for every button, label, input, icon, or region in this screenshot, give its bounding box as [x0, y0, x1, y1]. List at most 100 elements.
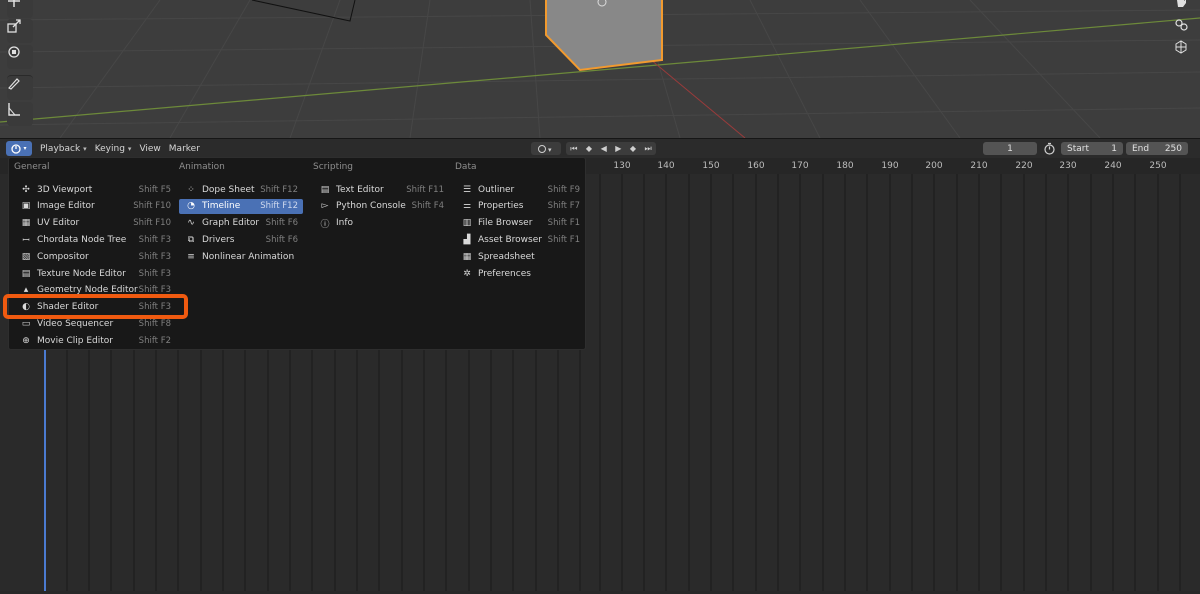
- texture-node-editor-icon: ▤: [21, 268, 31, 279]
- menu-item-image-editor[interactable]: ▣ Image Editor Shift F10: [14, 199, 176, 214]
- annotate-tool-icon[interactable]: [7, 75, 33, 100]
- menu-label: Marker: [168, 143, 200, 154]
- jump-end-icon[interactable]: ⏭: [644, 144, 651, 154]
- video-sequencer-icon: ▭: [21, 318, 31, 329]
- 3d-viewport-icon: ✣: [22, 184, 30, 195]
- menu-item-shortcut: Shift F5: [138, 184, 171, 195]
- camera-view-icon[interactable]: [1174, 18, 1196, 40]
- auto-keying-toggle[interactable]: ▾: [531, 142, 561, 155]
- menu-item-shortcut: Shift F1: [547, 218, 580, 229]
- menu-item-chordata-node-tree[interactable]: ꟷ Chordata Node Tree Shift F3: [14, 232, 176, 247]
- menu-item-texture-node-editor[interactable]: ▤ Texture Node Editor Shift F3: [14, 266, 176, 281]
- menu-item-shortcut: Shift F2: [138, 335, 171, 346]
- current-frame-field[interactable]: 1: [983, 142, 1037, 155]
- graph-editor-icon: ∿: [187, 218, 195, 229]
- menu-item-movie-clip-editor[interactable]: ⊕ Movie Clip Editor Shift F2: [14, 333, 176, 348]
- frame-tick-label: 150: [702, 161, 720, 171]
- menu-item-shortcut: Shift F6: [265, 218, 298, 229]
- menu-item-label: Movie Clip Editor: [37, 335, 113, 346]
- editor-type-menu: General ✣ 3D Viewport Shift F5 ▣ Image Editor…: [8, 157, 586, 350]
- menu-item-label: Info: [336, 218, 354, 229]
- menu-item-spreadsheet[interactable]: ▦ Spreadsheet: [455, 249, 585, 264]
- start-label: Start: [1067, 143, 1089, 154]
- menu-item-shortcut: Shift F4: [411, 201, 444, 212]
- menu-item-compositor[interactable]: ▧ Compositor Shift F3: [14, 249, 176, 264]
- frame-tick-label: 180: [836, 161, 854, 171]
- transform-tool-icon[interactable]: [7, 45, 33, 69]
- menu-item-shortcut: Shift F1: [547, 234, 580, 245]
- scale-tool-icon[interactable]: [7, 19, 33, 43]
- menu-item-uv-editor[interactable]: ▦ UV Editor Shift F10: [14, 216, 176, 231]
- preview-range-stopwatch-icon[interactable]: [1043, 142, 1056, 158]
- menu-item-label: Timeline: [202, 201, 241, 212]
- menu-item-label: Dope Sheet: [202, 184, 255, 195]
- menu-item-label: Compositor: [37, 251, 89, 262]
- play-icon[interactable]: ▶: [615, 144, 621, 153]
- menu-item-label: Nonlinear Animation: [202, 251, 295, 262]
- menu-item-file-browser[interactable]: ▥ File Browser Shift F1: [455, 216, 585, 231]
- menu-playback[interactable]: Playback ▾: [40, 144, 87, 154]
- menu-item-nonlinear-animation[interactable]: ≡ Nonlinear Animation: [179, 249, 303, 264]
- menu-view[interactable]: View: [139, 144, 160, 154]
- menu-label: View: [139, 143, 161, 154]
- end-frame-field[interactable]: End 250: [1126, 142, 1188, 155]
- frame-tick-label: 210: [970, 161, 988, 171]
- frame-tick-label: 250: [1149, 161, 1167, 171]
- 3d-viewport[interactable]: [0, 0, 1200, 138]
- frame-tick-label: 200: [925, 161, 943, 171]
- menu-item-properties[interactable]: ⚌ Properties Shift F7: [455, 199, 585, 214]
- nonlinear-animation-icon: ≡: [187, 251, 195, 262]
- frame-tick-label: 220: [1015, 161, 1033, 171]
- frame-tick-label: 190: [881, 161, 899, 171]
- menu-column-title: General: [14, 162, 50, 172]
- menu-marker[interactable]: Marker: [169, 144, 200, 154]
- pan-hand-icon[interactable]: [1174, 0, 1196, 16]
- menu-item-3d-viewport[interactable]: ✣ 3D Viewport Shift F5: [14, 182, 176, 197]
- menu-item-shortcut: Shift F9: [547, 184, 580, 195]
- menu-item-label: Outliner: [478, 184, 515, 195]
- measure-tool-icon[interactable]: [7, 102, 33, 126]
- frame-tick-label: 240: [1104, 161, 1122, 171]
- move-tool-icon[interactable]: [7, 0, 33, 18]
- menu-item-label: Text Editor: [336, 184, 384, 195]
- end-label: End: [1132, 143, 1150, 154]
- menu-item-shortcut: Shift F10: [133, 201, 171, 212]
- menu-item-label: Asset Browser: [478, 234, 542, 245]
- timeline-header: ▾ Playback ▾ Keying ▾ View Marker ▾ ⏮ ◆ ◀ …: [0, 138, 1200, 158]
- menu-item-info[interactable]: ⓘ Info: [313, 216, 449, 231]
- start-frame-field[interactable]: Start 1: [1061, 142, 1123, 155]
- menu-item-label: UV Editor: [37, 218, 80, 229]
- menu-item-timeline[interactable]: ◔ Timeline Shift F12: [179, 198, 303, 214]
- menu-item-text-editor[interactable]: ▤ Text Editor Shift F11: [313, 182, 449, 197]
- frame-tick-label: 170: [791, 161, 809, 171]
- menu-column-title: Animation: [179, 162, 225, 172]
- properties-icon: ⚌: [462, 201, 472, 212]
- play-reverse-icon[interactable]: ◀: [601, 144, 607, 153]
- info-icon: ⓘ: [320, 219, 330, 230]
- highlight-box: [3, 294, 188, 319]
- editor-type-button[interactable]: ▾: [6, 141, 32, 156]
- menu-item-shortcut: Shift F3: [138, 251, 171, 262]
- menu-item-label: File Browser: [478, 218, 533, 229]
- menu-item-asset-browser[interactable]: ▟ Asset Browser Shift F1: [455, 232, 585, 247]
- menu-item-preferences[interactable]: ✲ Preferences: [455, 266, 585, 281]
- prev-keyframe-icon[interactable]: ◆: [586, 144, 592, 153]
- selected-cube: [545, 0, 663, 72]
- menu-label: Keying: [94, 143, 125, 154]
- menu-item-graph-editor[interactable]: ∿ Graph Editor Shift F6: [179, 216, 303, 231]
- menu-item-python-console[interactable]: ▻ Python Console Shift F4: [313, 199, 449, 214]
- menu-item-shortcut: Shift F7: [547, 201, 580, 212]
- compositor-icon: ▧: [21, 251, 31, 262]
- menu-label: Playback: [40, 143, 81, 154]
- menu-item-dope-sheet[interactable]: ⁘ Dope Sheet Shift F12: [179, 182, 303, 197]
- menu-item-outliner[interactable]: ☰ Outliner Shift F9: [455, 182, 585, 197]
- movie-clip-editor-icon: ⊕: [22, 335, 30, 346]
- frame-tick-label: 160: [747, 161, 765, 171]
- svg-text:▾: ▾: [548, 146, 552, 154]
- menu-item-drivers[interactable]: ⧉ Drivers Shift F6: [179, 232, 303, 247]
- menu-keying[interactable]: Keying ▾: [95, 144, 132, 154]
- ortho-grid-icon[interactable]: [1174, 40, 1196, 62]
- jump-start-icon[interactable]: ⏮: [570, 144, 577, 154]
- next-keyframe-icon[interactable]: ◆: [630, 144, 636, 153]
- timeline-icon: ◔: [187, 201, 195, 212]
